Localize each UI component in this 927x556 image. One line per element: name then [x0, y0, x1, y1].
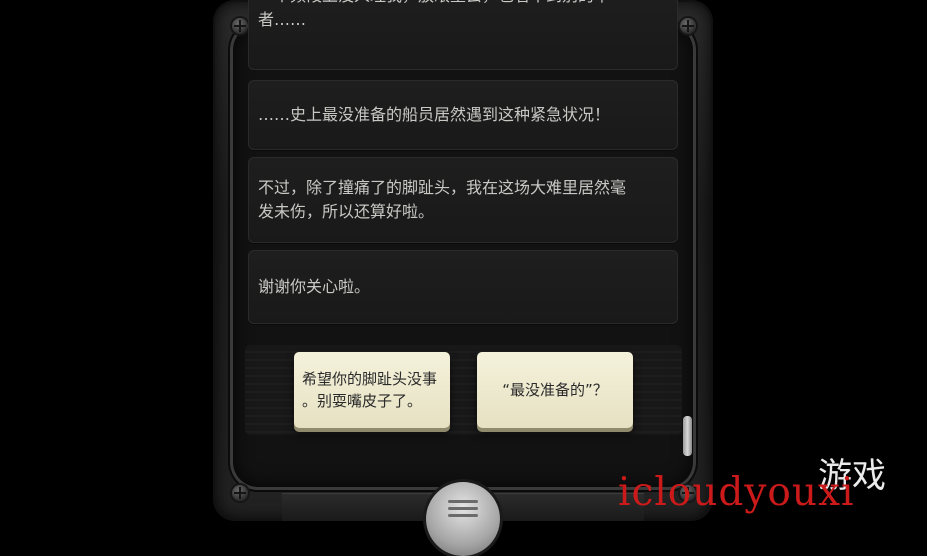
message-text: ……史上最没准备的船员居然遇到这种紧急状况！: [258, 105, 611, 124]
screw-icon: [232, 485, 248, 501]
choice-label: 希望你的脚趾头没事: [302, 370, 438, 388]
reply-choice-button[interactable]: 希望你的脚趾头没事 。别耍嘴皮子了。: [294, 352, 450, 428]
watermark-text: icloudyouxi: [618, 470, 855, 515]
message-bubble: 不过，除了撞痛了的脚趾头，我在这场大难里居然毫 发未伤，所以还算好啦。: [248, 157, 678, 243]
scrollbar-thumb[interactable]: [683, 416, 692, 456]
message-text: 不过，除了撞痛了的脚趾头，我在这场大难里居然毫: [258, 178, 627, 197]
message-text: 一个频段上没人理我，放眼望去，也看不到别的幸: [258, 0, 668, 8]
message-text: 谢谢你关心啦。: [258, 277, 371, 296]
message-log[interactable]: 一个频段上没人理我，放眼望去，也看不到别的幸 者…… ……史上最没准备的船员居然…: [240, 0, 685, 335]
choice-label: “最没准备的”？: [502, 381, 608, 399]
message-bubble: 一个频段上没人理我，放眼望去，也看不到别的幸 者……: [248, 0, 678, 70]
message-text: 发未伤，所以还算好啦。: [258, 202, 435, 221]
message-bubble: 谢谢你关心啦。: [248, 250, 678, 324]
message-bubble: ……史上最没准备的船员居然遇到这种紧急状况！: [248, 80, 678, 150]
menu-button[interactable]: [426, 482, 500, 556]
reply-choice-button[interactable]: “最没准备的”？: [477, 352, 633, 428]
choice-label: 。别耍嘴皮子了。: [302, 392, 423, 410]
message-text: 者……: [258, 10, 307, 29]
